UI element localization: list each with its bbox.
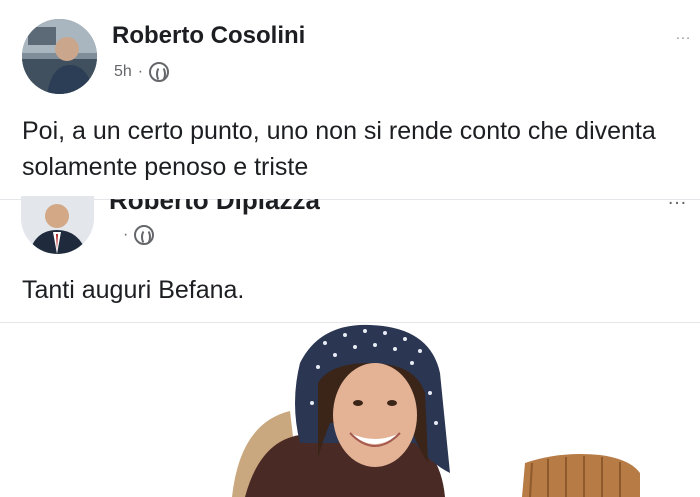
globe-icon [134, 225, 155, 245]
post-author[interactable]: Roberto Cosolini [112, 22, 305, 50]
post-text: Poi, a un certo punto, uno non si rende … [22, 117, 656, 181]
globe-icon [149, 62, 170, 82]
more-options-icon[interactable]: … [675, 26, 692, 44]
post-text: Tanti auguri Befana. [22, 276, 245, 304]
befana-photo [0, 323, 700, 497]
post-roberto-cosolini: Roberto Cosolini 5h · … Poi, a un certo … [0, 0, 700, 199]
avatar[interactable] [22, 19, 97, 94]
post-meta: · [117, 225, 155, 245]
avatar-photo [22, 19, 97, 94]
post-image[interactable] [0, 323, 700, 497]
more-options-icon[interactable]: … [667, 187, 688, 210]
post-meta: 5h · [114, 62, 170, 82]
post-timestamp[interactable]: 5h [114, 63, 132, 81]
